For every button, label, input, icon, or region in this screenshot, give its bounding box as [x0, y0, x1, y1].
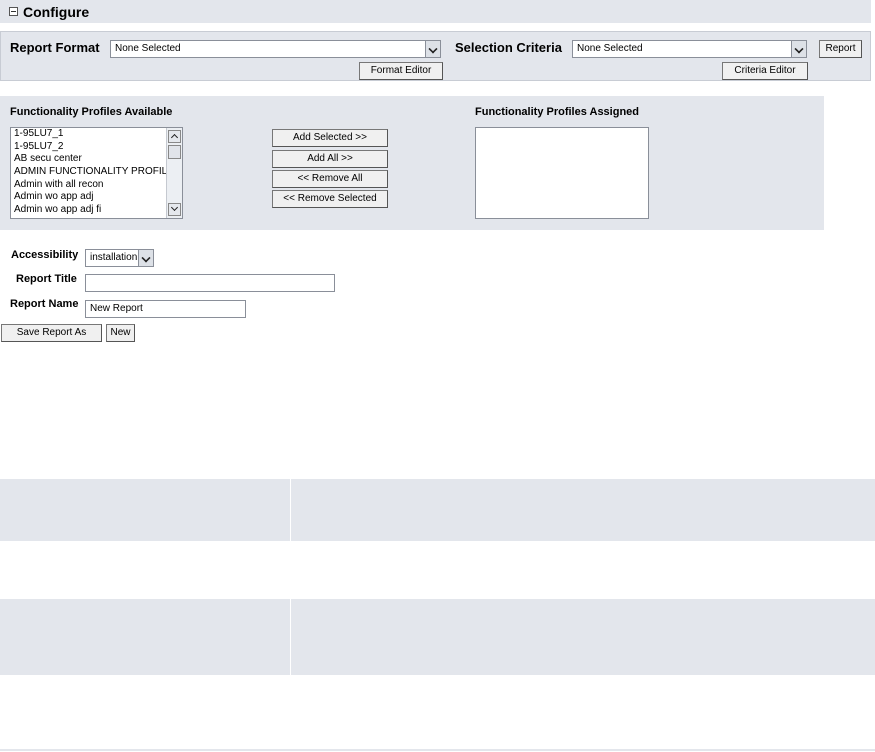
- remove-selected-button[interactable]: << Remove Selected: [272, 190, 388, 208]
- report-button[interactable]: Report: [819, 40, 862, 58]
- accessibility-label: Accessibility: [11, 249, 79, 261]
- table-divider: [290, 479, 291, 541]
- list-item[interactable]: Admin wo app adj fi: [11, 204, 182, 217]
- remove-all-button[interactable]: << Remove All: [272, 170, 388, 188]
- scroll-down-icon[interactable]: [168, 203, 181, 216]
- scroll-thumb[interactable]: [168, 145, 181, 159]
- selection-criteria-value: None Selected: [577, 43, 643, 54]
- table-row: [0, 599, 875, 675]
- chevron-down-icon[interactable]: [138, 250, 153, 266]
- profiles-available-list[interactable]: 1-95LU7_1 1-95LU7_2 AB secu center ADMIN…: [10, 127, 183, 219]
- format-editor-button[interactable]: Format Editor: [359, 62, 443, 80]
- profiles-available-label: Functionality Profiles Available: [10, 106, 173, 118]
- selection-criteria-label: Selection Criteria: [455, 40, 562, 55]
- scroll-up-icon[interactable]: [168, 130, 181, 143]
- accessibility-value: installation: [90, 252, 138, 263]
- criteria-editor-button[interactable]: Criteria Editor: [722, 62, 808, 80]
- chevron-down-icon[interactable]: [425, 41, 440, 57]
- selection-criteria-select[interactable]: None Selected: [572, 40, 807, 58]
- new-button[interactable]: New: [106, 324, 135, 342]
- collapse-icon[interactable]: [9, 7, 18, 16]
- accessibility-select[interactable]: installation: [85, 249, 154, 267]
- report-name-label: Report Name: [10, 298, 79, 310]
- divider: [0, 749, 875, 751]
- list-scrollbar[interactable]: [166, 128, 182, 218]
- add-selected-button[interactable]: Add Selected >>: [272, 129, 388, 147]
- list-item[interactable]: Admin with all recon: [11, 179, 182, 192]
- list-item[interactable]: 1-95LU7_1: [11, 128, 182, 141]
- add-all-button[interactable]: Add All >>: [272, 150, 388, 168]
- profiles-assigned-label: Functionality Profiles Assigned: [475, 106, 640, 118]
- profiles-assigned-list[interactable]: [475, 127, 649, 219]
- save-report-as-button[interactable]: Save Report As: [1, 324, 102, 342]
- list-item[interactable]: ADMIN FUNCTIONALITY PROFILE: [11, 166, 182, 179]
- list-item[interactable]: Admin wo app adj: [11, 191, 182, 204]
- configure-header[interactable]: Configure: [0, 0, 871, 23]
- report-format-label: Report Format: [10, 40, 100, 55]
- report-name-input[interactable]: New Report: [85, 300, 246, 318]
- table-row: [0, 479, 875, 541]
- report-title-label: Report Title: [16, 273, 77, 285]
- list-item[interactable]: AB secu center: [11, 153, 182, 166]
- table-divider: [290, 599, 291, 675]
- report-format-select[interactable]: None Selected: [110, 40, 441, 58]
- chevron-down-icon[interactable]: [791, 41, 806, 57]
- report-format-value: None Selected: [115, 43, 181, 54]
- report-title-input[interactable]: [85, 274, 335, 292]
- configure-title: Configure: [23, 4, 90, 20]
- list-item[interactable]: 1-95LU7_2: [11, 141, 182, 154]
